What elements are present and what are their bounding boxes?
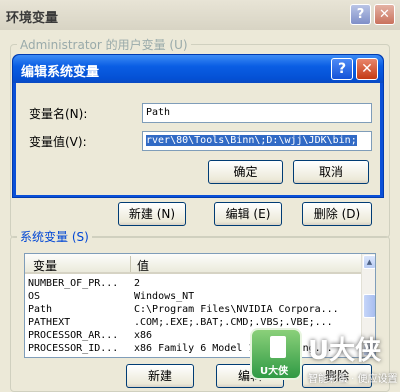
system-variables-label: 系统变量 (S) <box>17 228 92 245</box>
watermark-subtitle: 智能彩蛋 · 便应设置 <box>308 374 398 385</box>
outer-title-bar: 环境变量 ? ✕ <box>0 0 400 30</box>
row-variable: OS <box>28 291 41 302</box>
table-row[interactable]: NUMBER_OF_PR... 2 <box>25 277 361 290</box>
outer-window-title: 环境变量 <box>6 11 59 26</box>
system-new-button[interactable]: 新建 <box>126 364 194 388</box>
edit-system-variable-dialog: 编辑系统变量 ? ✕ 变量名(N): Path 变量值(V): rver\80\… <box>12 54 384 198</box>
dialog-body: 变量名(N): Path 变量值(V): rver\80\Tools\Binn\… <box>16 83 380 195</box>
scroll-up-arrow-icon[interactable]: ▲ <box>363 255 375 269</box>
variable-value-selected-text: rver\80\Tools\Binn\;D:\wjj\JDK\bin; <box>146 135 357 146</box>
row-variable: NUMBER_OF_PR... <box>28 278 119 289</box>
row-variable: PROCESSOR_ID... <box>28 343 119 354</box>
user-delete-button[interactable]: 删除 (D) <box>302 202 372 226</box>
table-row[interactable]: Path C:\Program Files\NVIDIA Corpora... <box>25 303 361 316</box>
variable-value-input[interactable]: rver\80\Tools\Binn\;D:\wjj\JDK\bin; <box>142 131 372 151</box>
column-divider[interactable] <box>130 256 131 272</box>
scroll-thumb[interactable] <box>363 294 375 318</box>
user-variables-label: Administrator 的用户变量 (U) <box>17 36 191 53</box>
row-value: C:\Program Files\NVIDIA Corpora... <box>134 304 339 315</box>
variable-name-input[interactable]: Path <box>142 103 372 123</box>
column-header-variable[interactable]: 变量 <box>33 257 57 274</box>
cancel-button[interactable]: 取消 <box>293 160 369 184</box>
list-header: 变量 值 <box>25 254 361 274</box>
dialog-help-button[interactable]: ? <box>331 58 353 80</box>
variable-name-label: 变量名(N): <box>29 107 88 121</box>
column-header-value[interactable]: 值 <box>137 257 149 274</box>
usb-stick-icon <box>270 336 286 358</box>
table-row[interactable]: OS Windows_NT <box>25 290 361 303</box>
variable-value-label: 变量值(V): <box>29 135 87 149</box>
row-value: 2 <box>134 278 141 289</box>
user-new-button[interactable]: 新建 (N) <box>118 202 186 226</box>
dialog-title: 编辑系统变量 <box>21 65 100 80</box>
outer-help-button[interactable]: ? <box>350 4 371 25</box>
udaxia-logo-icon: U大侠 <box>250 328 302 380</box>
logo-text: U大侠 <box>260 366 289 377</box>
row-variable: PATHEXT <box>28 317 71 328</box>
watermark-brand: U大侠 <box>308 336 382 366</box>
dialog-title-bar[interactable]: 编辑系统变量 ? ✕ <box>13 55 383 83</box>
user-edit-button[interactable]: 编辑 (E) <box>214 202 282 226</box>
outer-close-button[interactable]: ✕ <box>374 4 395 25</box>
row-value: Windows_NT <box>134 291 195 302</box>
row-variable: PROCESSOR_AR... <box>28 330 119 341</box>
row-variable: Path <box>28 304 53 315</box>
watermark: U大侠 U大侠 智能彩蛋 · 便应设置 <box>250 316 400 392</box>
ok-button[interactable]: 确定 <box>208 160 283 184</box>
dialog-close-button[interactable]: ✕ <box>356 58 378 80</box>
